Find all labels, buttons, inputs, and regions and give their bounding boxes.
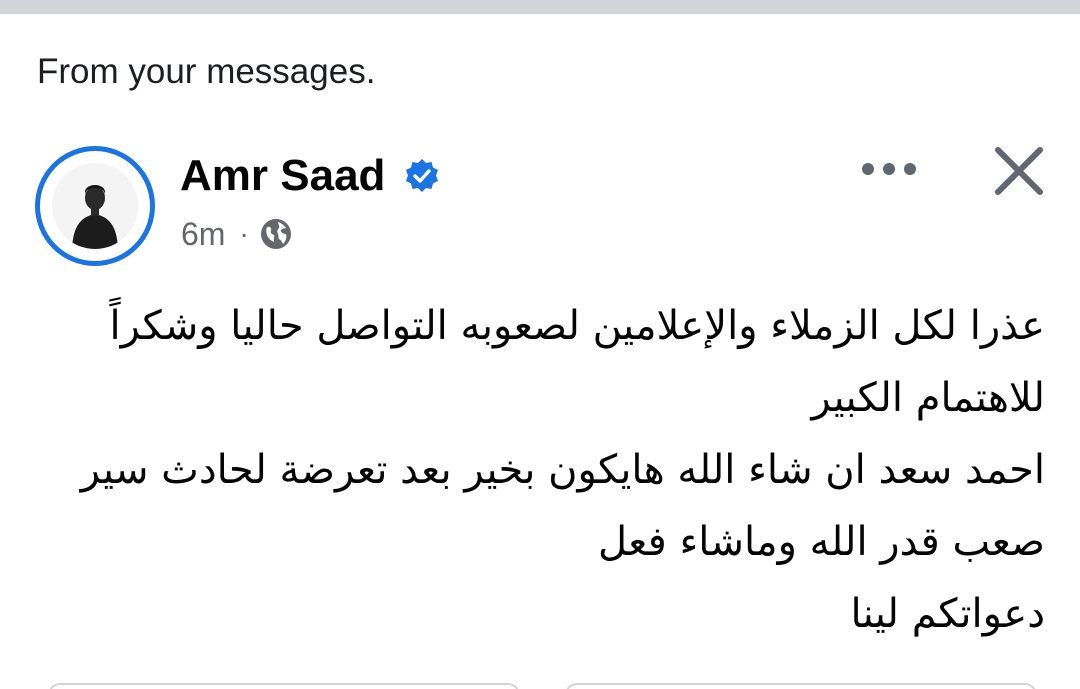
post-body-line: صعب قدر الله وماشاء فعل xyxy=(598,519,1045,565)
comment-button[interactable] xyxy=(565,683,1037,689)
close-button[interactable] xyxy=(988,140,1050,202)
post-body-line: احمد سعد ان شاء الله هايكون بخير بعد تعر… xyxy=(80,447,1045,493)
top-divider xyxy=(0,0,1080,14)
close-icon xyxy=(995,147,1043,195)
notification-page: From your messages. Amr Saad 6m · عذرا ل… xyxy=(0,0,1080,689)
post-card: Amr Saad 6m · عذرا لكل الزملاء والإعلامي… xyxy=(0,130,1080,689)
more-options-button[interactable] xyxy=(853,148,925,190)
more-dots-icon xyxy=(862,163,916,175)
reaction-button[interactable] xyxy=(48,683,520,689)
post-time[interactable]: 6m xyxy=(181,216,225,252)
post-body-line: عذرا لكل الزملاء والإعلامين لصعوبه التوا… xyxy=(109,303,1045,349)
post-body-line: للاهتمام الكبير xyxy=(811,375,1045,421)
avatar-photo xyxy=(52,163,138,249)
author-name[interactable]: Amr Saad xyxy=(180,151,385,201)
meta-separator: · xyxy=(239,218,249,249)
post-body-line: دعواتكم لينا xyxy=(850,591,1045,637)
person-silhouette-icon xyxy=(52,163,138,249)
post-body: عذرا لكل الزملاء والإعلامين لصعوبه التوا… xyxy=(40,290,1045,650)
avatar[interactable] xyxy=(35,146,155,266)
verified-badge-icon xyxy=(406,159,438,192)
post-meta: 6m · xyxy=(181,216,293,252)
globe-icon xyxy=(260,219,291,249)
section-label: From your messages. xyxy=(37,52,376,91)
